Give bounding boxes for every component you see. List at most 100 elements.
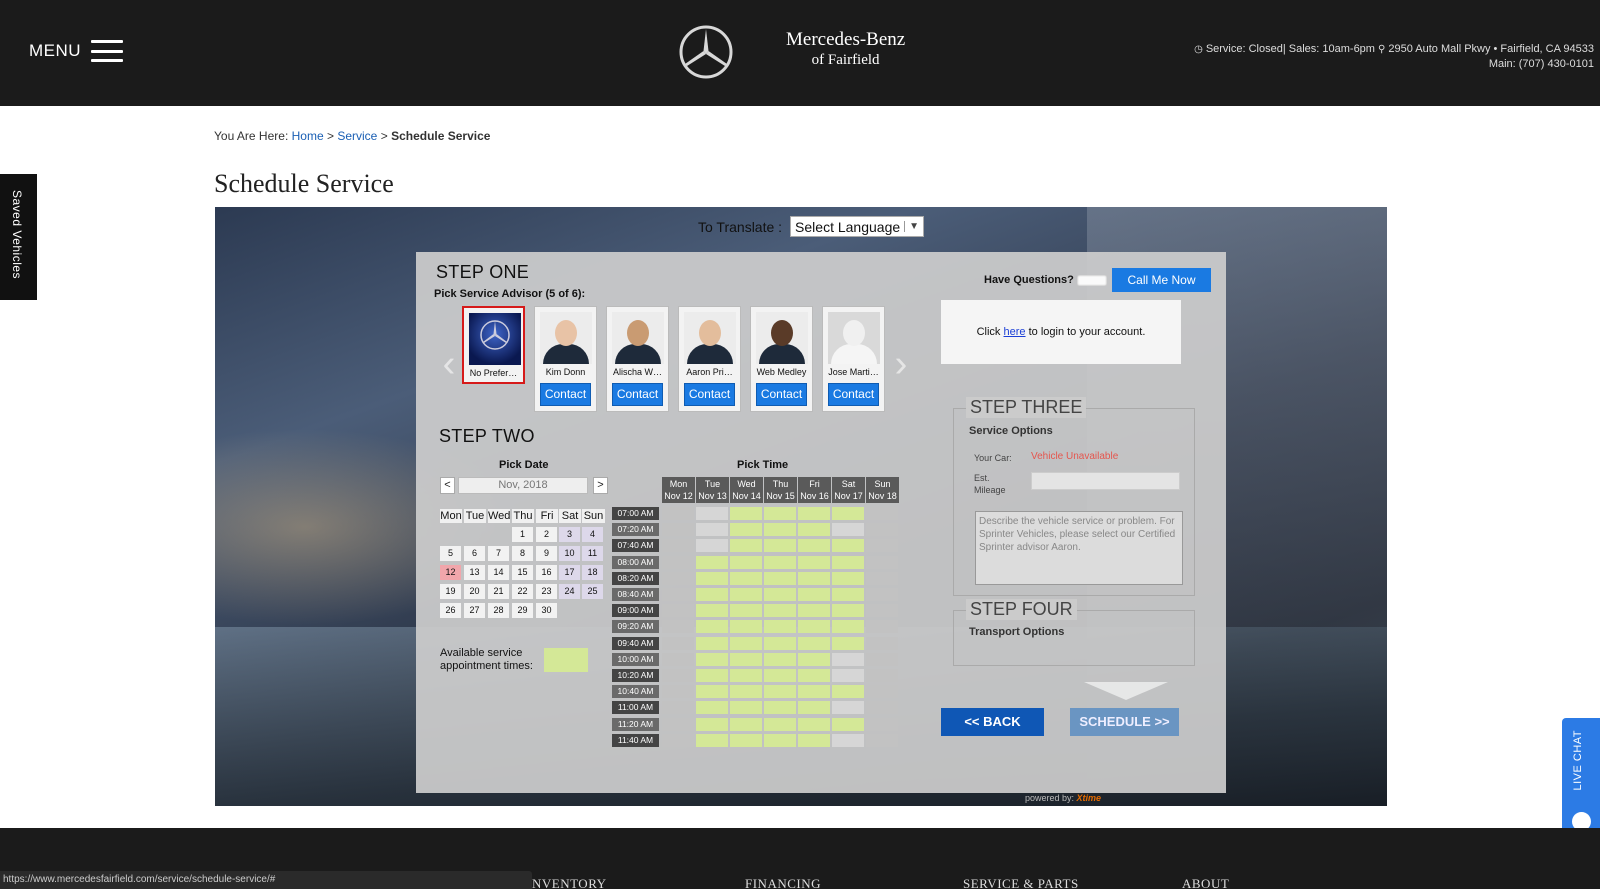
- time-slot-available[interactable]: [798, 620, 830, 634]
- calendar-day[interactable]: 2: [536, 527, 557, 542]
- calendar-day[interactable]: 30: [536, 603, 557, 618]
- calendar-day[interactable]: 3: [559, 527, 580, 542]
- time-slot-available[interactable]: [798, 588, 830, 601]
- service-description-textarea[interactable]: Describe the vehicle service or problem.…: [975, 511, 1183, 585]
- calendar-day[interactable]: 27: [464, 603, 485, 618]
- time-slot-available[interactable]: [798, 701, 830, 715]
- calendar-day[interactable]: 22: [512, 584, 533, 599]
- time-slot-available[interactable]: [696, 733, 728, 747]
- advisor-card[interactable]: Jose Marti… Contact: [822, 306, 885, 412]
- footer-link-financing[interactable]: FINANCING: [745, 876, 821, 889]
- time-slot-available[interactable]: [764, 717, 796, 731]
- time-slot-available[interactable]: [832, 588, 864, 601]
- calendar-day[interactable]: 11: [582, 546, 603, 561]
- time-slot-available[interactable]: [696, 701, 728, 715]
- language-select[interactable]: Select Language ▼: [790, 216, 925, 237]
- time-slot-available[interactable]: [798, 636, 830, 650]
- time-slot-available[interactable]: [730, 685, 762, 699]
- time-slot-available[interactable]: [798, 652, 830, 666]
- time-slot-available[interactable]: [764, 571, 796, 585]
- live-chat-tab[interactable]: LIVE CHAT: [1562, 718, 1600, 844]
- advisor-card[interactable]: Kim Donn Contact: [534, 306, 597, 412]
- time-slot-available[interactable]: [764, 669, 796, 682]
- time-slot-available[interactable]: [730, 620, 762, 634]
- time-slot-available[interactable]: [696, 604, 728, 618]
- time-slot-available[interactable]: [730, 733, 762, 747]
- time-slot-available[interactable]: [696, 717, 728, 731]
- calendar-day[interactable]: 19: [440, 584, 461, 599]
- time-slot-available[interactable]: [832, 539, 864, 553]
- advisor-card[interactable]: Web Medley Contact: [750, 306, 813, 412]
- time-slot-available[interactable]: [798, 539, 830, 553]
- saved-vehicles-tab[interactable]: Saved Vehicles: [0, 174, 37, 300]
- advisor-contact-button[interactable]: Contact: [684, 383, 735, 406]
- calendar-day[interactable]: 23: [536, 584, 557, 599]
- calendar-day[interactable]: 15: [512, 565, 533, 580]
- menu-button[interactable]: MENU: [29, 40, 124, 62]
- login-link[interactable]: here: [1004, 326, 1026, 338]
- time-slot-available[interactable]: [696, 620, 728, 634]
- calendar-day[interactable]: 12: [440, 565, 461, 580]
- time-slot-available[interactable]: [730, 571, 762, 585]
- time-slot-available[interactable]: [730, 523, 762, 537]
- calendar-day[interactable]: 16: [536, 565, 557, 580]
- time-slot-available[interactable]: [798, 685, 830, 699]
- time-slot-available[interactable]: [798, 523, 830, 537]
- calendar-day[interactable]: 1: [512, 527, 533, 542]
- advisor-card[interactable]: Aaron Pri… Contact: [678, 306, 741, 412]
- calendar-day[interactable]: 29: [512, 603, 533, 618]
- mercedes-star-logo[interactable]: [678, 24, 734, 80]
- advisor-contact-button[interactable]: Contact: [828, 383, 879, 406]
- footer-link-inventory[interactable]: NVENTORY: [532, 876, 607, 889]
- time-slot-available[interactable]: [730, 669, 762, 682]
- time-slot-available[interactable]: [832, 604, 864, 618]
- time-slot-available[interactable]: [832, 571, 864, 585]
- time-slot-available[interactable]: [730, 604, 762, 618]
- time-slot-available[interactable]: [832, 507, 864, 520]
- calendar-day[interactable]: 9: [536, 546, 557, 561]
- time-slot-available[interactable]: [798, 555, 830, 569]
- advisor-card[interactable]: No Prefer…: [462, 306, 525, 384]
- time-slot-available[interactable]: [764, 620, 796, 634]
- calendar-day[interactable]: 7: [488, 546, 509, 561]
- time-slot-available[interactable]: [764, 701, 796, 715]
- time-slot-available[interactable]: [696, 588, 728, 601]
- time-slot-available[interactable]: [764, 539, 796, 553]
- calendar-day[interactable]: 8: [512, 546, 533, 561]
- time-slot-available[interactable]: [832, 555, 864, 569]
- time-slot-available[interactable]: [696, 636, 728, 650]
- schedule-button[interactable]: SCHEDULE >>: [1070, 708, 1179, 736]
- calendar-day[interactable]: 24: [559, 584, 580, 599]
- address-text[interactable]: 2950 Auto Mall Pkwy • Fairfield, CA 9453…: [1388, 43, 1594, 55]
- time-slot-available[interactable]: [764, 604, 796, 618]
- advisor-prev-arrow-icon[interactable]: ‹: [442, 344, 456, 384]
- time-slot-available[interactable]: [832, 636, 864, 650]
- time-slot-available[interactable]: [798, 669, 830, 682]
- time-slot-available[interactable]: [730, 652, 762, 666]
- time-slot-available[interactable]: [832, 685, 864, 699]
- questions-toggle[interactable]: [1077, 275, 1107, 286]
- advisor-contact-button[interactable]: Contact: [612, 383, 663, 406]
- calendar-day[interactable]: 26: [440, 603, 461, 618]
- time-slot-available[interactable]: [696, 571, 728, 585]
- calendar-day[interactable]: 6: [464, 546, 485, 561]
- breadcrumb-home[interactable]: Home: [292, 129, 324, 143]
- time-slot-available[interactable]: [730, 636, 762, 650]
- footer-link-about[interactable]: ABOUT: [1182, 876, 1229, 889]
- time-slot-available[interactable]: [764, 523, 796, 537]
- time-slot-available[interactable]: [764, 733, 796, 747]
- time-slot-available[interactable]: [696, 652, 728, 666]
- time-slot-available[interactable]: [730, 555, 762, 569]
- time-slot-available[interactable]: [764, 588, 796, 601]
- calendar-day[interactable]: 18: [582, 565, 603, 580]
- calendar-day[interactable]: 13: [464, 565, 485, 580]
- time-slot-available[interactable]: [798, 717, 830, 731]
- calendar-day[interactable]: 28: [488, 603, 509, 618]
- next-month-button[interactable]: >: [593, 477, 608, 494]
- time-slot-available[interactable]: [798, 604, 830, 618]
- time-slot-available[interactable]: [730, 507, 762, 520]
- time-slot-available[interactable]: [798, 507, 830, 520]
- time-slot-available[interactable]: [730, 717, 762, 731]
- time-slot-available[interactable]: [730, 588, 762, 601]
- time-slot-available[interactable]: [730, 539, 762, 553]
